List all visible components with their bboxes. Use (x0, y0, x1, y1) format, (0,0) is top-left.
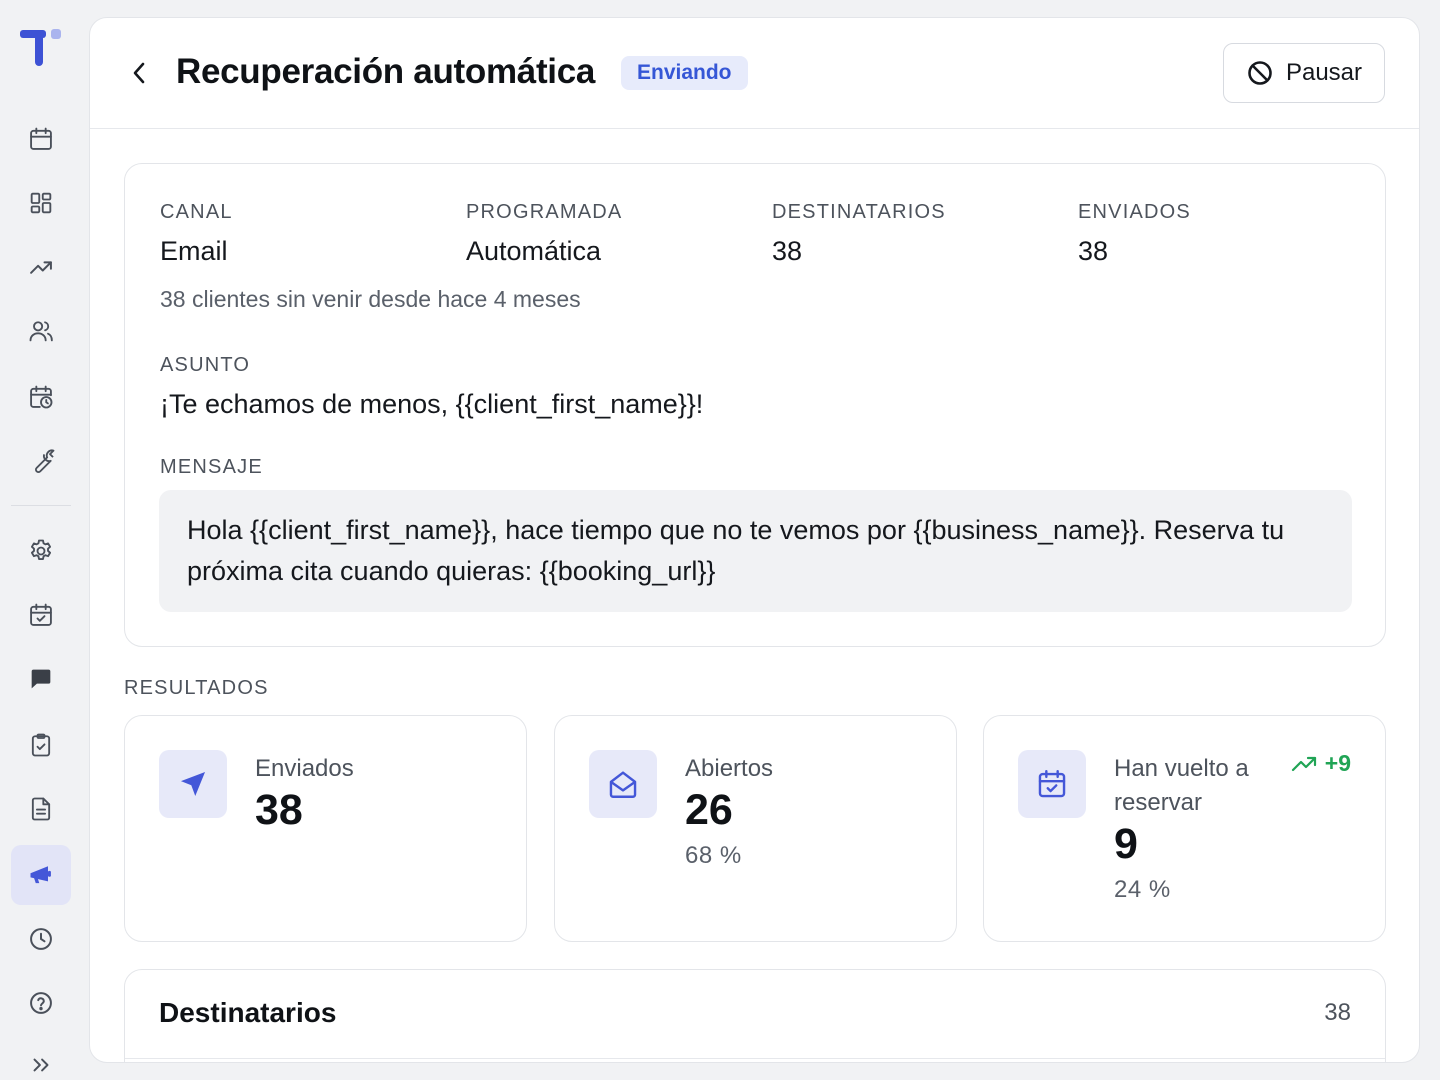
message-label: MENSAJE (160, 456, 263, 478)
document-icon (31, 797, 51, 821)
stat-card-opened: Abiertos 26 68 % (554, 715, 957, 942)
calendar-check-icon (1038, 770, 1066, 798)
back-button[interactable] (126, 58, 152, 88)
message-text: Hola {{client_first_name}}, hace tiempo … (159, 490, 1352, 612)
stat-sent-label: Enviados (255, 755, 354, 782)
nav-tools[interactable] (11, 431, 71, 491)
recipients-divider (125, 1058, 1385, 1059)
calendar-icon (30, 127, 52, 150)
nav-help[interactable] (11, 973, 71, 1033)
wrench-icon (35, 449, 55, 473)
stat-opened-label: Abiertos (685, 755, 774, 782)
trending-up-icon (30, 261, 52, 274)
nav-messages[interactable] (11, 649, 71, 709)
stat-rebooked-value: 9 (1114, 820, 1138, 868)
stat-opened-percent: 68 % (685, 842, 742, 869)
pause-button-label: Pausar (1285, 59, 1363, 86)
sidebar-divider (11, 505, 71, 506)
scheduled-label: PROGRAMADA (466, 201, 623, 223)
nav-clients[interactable] (11, 301, 71, 361)
channel-value: Email (160, 236, 228, 266)
campaign-details-card: CANAL Email PROGRAMADA Automática DESTIN… (124, 163, 1386, 647)
scheduled-value: Automática (466, 236, 602, 266)
campaign-detail-panel: Recuperación automática Enviando Pausar … (89, 17, 1420, 1063)
calendar-clock-icon (30, 385, 53, 409)
nav-history[interactable] (11, 909, 71, 969)
sidebar (0, 0, 82, 1080)
stat-sent-value: 38 (255, 786, 303, 834)
recipients-section: Destinatarios 38 (124, 969, 1386, 1062)
nav-campaigns[interactable] (11, 845, 71, 905)
settings-gear-icon (30, 539, 52, 560)
page-header: Recuperación automática Enviando Pausar (90, 18, 1419, 129)
subject-text: ¡Te echamos de menos, {{client_first_nam… (160, 389, 704, 419)
mail-open-icon (609, 771, 637, 798)
nav-dashboard[interactable] (11, 173, 71, 233)
send-arrow-icon (180, 771, 206, 797)
pause-button[interactable]: Pausar (1223, 43, 1385, 103)
help-circle-icon (30, 992, 52, 1014)
stat-card-rebooked: Han vuelto a reservar +9 9 24 % (983, 715, 1386, 942)
clock-icon (30, 928, 52, 950)
stat-opened-value: 26 (685, 786, 733, 834)
stat-rebooked-percent: 24 % (1114, 876, 1171, 903)
subject-label: ASUNTO (160, 354, 251, 376)
sent-value: 38 (1078, 236, 1109, 266)
clipboard-check-icon (31, 733, 51, 757)
calendar-check-icon (30, 603, 52, 626)
nav-documents[interactable] (11, 779, 71, 839)
channel-label: CANAL (160, 201, 233, 223)
rebooked-trend-value: +9 (1324, 750, 1351, 776)
nav-reports[interactable] (11, 237, 71, 297)
megaphone-icon (30, 866, 51, 884)
users-icon (29, 321, 53, 342)
nav-settings[interactable] (11, 521, 71, 581)
nav-calendar[interactable] (11, 109, 71, 169)
nav-schedule[interactable] (11, 367, 71, 427)
nav-bookings[interactable] (11, 585, 71, 645)
ban-icon (1248, 61, 1272, 85)
dashboard-grid-icon (30, 192, 52, 214)
results-label: RESULTADOS (124, 677, 269, 699)
recipients-value: 38 (772, 236, 803, 266)
recipients-count: 38 (1324, 999, 1351, 1026)
rebooked-trend: +9 (1291, 750, 1351, 777)
recipients-label: DESTINATARIOS (772, 201, 946, 223)
message-bubble-icon (31, 669, 51, 689)
stat-card-sent: Enviados 38 (124, 715, 527, 942)
stat-rebooked-label: Han vuelto a reservar (1114, 755, 1249, 816)
trending-up-icon (1291, 756, 1316, 771)
status-badge: Enviando (621, 56, 748, 90)
chevron-left-icon (133, 62, 145, 84)
nav-tasks[interactable] (11, 715, 71, 775)
sent-label: ENVIADOS (1078, 201, 1191, 223)
page-title: Recuperación automática (176, 52, 596, 91)
expand-sidebar-icon[interactable] (28, 1052, 54, 1078)
app-logo-icon[interactable] (20, 26, 64, 68)
recipients-title: Destinatarios (159, 997, 337, 1028)
audience-description: 38 clientes sin venir desde hace 4 meses (160, 286, 581, 312)
